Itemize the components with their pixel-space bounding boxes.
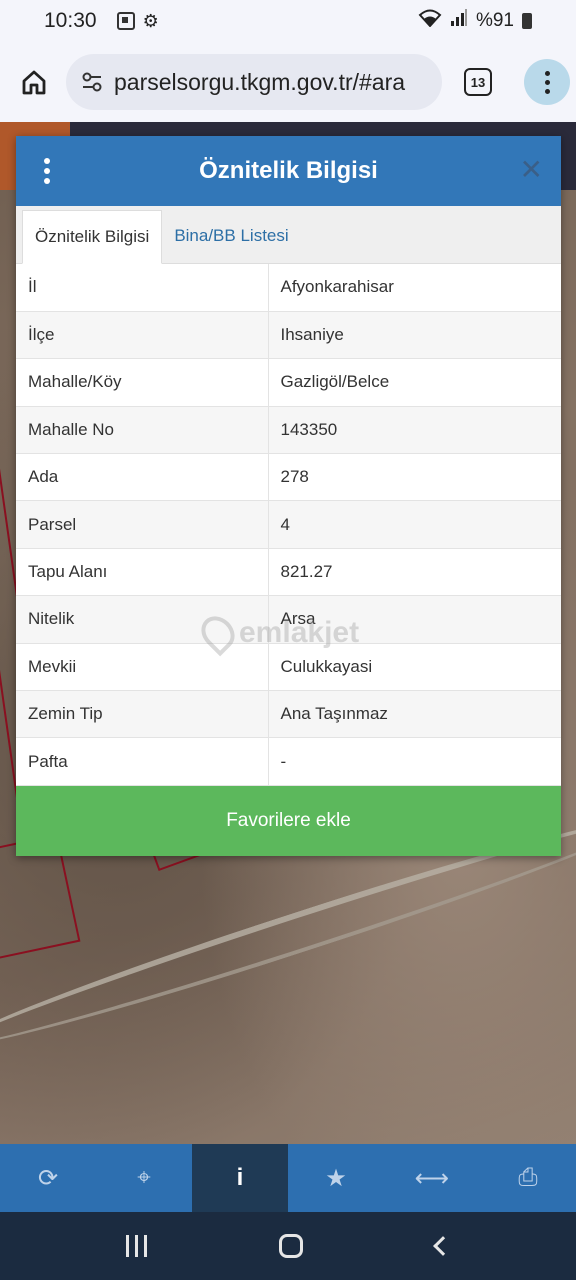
attribute-row: Parsel 4 — [16, 500, 561, 549]
home-icon[interactable] — [16, 64, 52, 100]
site-settings-icon[interactable] — [80, 70, 104, 94]
battery-icon — [522, 13, 532, 29]
locate-icon[interactable]: ⌖ — [96, 1144, 192, 1212]
attribute-row: İlçe Ihsaniye — [16, 311, 561, 360]
map-toolbar: ⟳ ⌖ i ★ ⟷ ⎙ — [0, 1144, 576, 1212]
attribute-value: 278 — [268, 453, 561, 502]
status-time: 10:30 — [44, 9, 97, 32]
attribute-key: Mahalle No — [16, 406, 269, 455]
attribute-key: Zemin Tip — [16, 690, 269, 739]
attribute-value: Gazligöl/Belce — [268, 358, 561, 407]
attribute-row: Mahalle No 143350 — [16, 406, 561, 455]
watermark: emlakjet — [194, 609, 359, 657]
tab-switcher-button[interactable]: 13 — [464, 68, 492, 96]
attribute-key: Ada — [16, 453, 269, 502]
settings-icon: ⚙ — [142, 10, 159, 31]
battery-percent: %91 — [475, 10, 514, 31]
address-bar[interactable]: parselsorgu.tkgm.gov.tr/#ara — [66, 54, 442, 110]
attribute-key: Parsel — [16, 500, 269, 549]
close-icon[interactable]: ✕ — [520, 156, 543, 184]
info-icon[interactable]: i — [192, 1144, 288, 1212]
signal-icon — [450, 9, 468, 33]
attribute-row: İl Afyonkarahisar — [16, 264, 561, 312]
system-nav-bar — [0, 1212, 576, 1280]
attribute-row: Tapu Alanı 821.27 — [16, 548, 561, 597]
recent-apps-button[interactable] — [126, 1235, 148, 1257]
tab-building-list[interactable]: Bina/BB Listesi — [162, 209, 300, 263]
star-icon[interactable]: ★ — [288, 1144, 384, 1212]
dialog-title: Öznitelik Bilgisi — [199, 157, 378, 184]
attribute-value: Afyonkarahisar — [268, 264, 561, 312]
browser-toolbar: parselsorgu.tkgm.gov.tr/#ara 13 — [0, 42, 576, 122]
attribute-value: 4 — [268, 500, 561, 549]
attribute-key: Mahalle/Köy — [16, 358, 269, 407]
attribute-key: İlçe — [16, 311, 269, 360]
qr-icon — [116, 12, 135, 30]
attribute-value: Ihsaniye — [268, 311, 561, 360]
attribute-row: Pafta - — [16, 737, 561, 786]
attribute-key: Pafta — [16, 737, 269, 786]
print-icon[interactable]: ⎙ — [480, 1144, 576, 1212]
tab-attribute-info[interactable]: Öznitelik Bilgisi — [22, 210, 163, 264]
refresh-icon[interactable]: ⟳ — [0, 1144, 96, 1212]
attribute-value: 821.27 — [268, 548, 561, 597]
attribute-key: Tapu Alanı — [16, 548, 269, 597]
status-bar: 10:30 ⚙ %91 — [0, 0, 576, 42]
dialog-tabs: Öznitelik Bilgisi Bina/BB Listesi — [16, 206, 561, 264]
attribute-row: Mahalle/Köy Gazligöl/Belce — [16, 358, 561, 407]
attribute-key: İl — [16, 264, 269, 312]
dialog-menu-icon[interactable] — [44, 158, 50, 184]
attribute-info-dialog: Öznitelik Bilgisi ✕ Öznitelik Bilgisi Bi… — [16, 136, 561, 856]
attribute-table: İl Afyonkarahisar İlçe Ihsaniye Mahalle/Köy G… — [16, 264, 561, 786]
url-text: parselsorgu.tkgm.gov.tr/#ara — [114, 68, 406, 95]
attribute-row: Ada 278 — [16, 453, 561, 502]
browser-menu-button[interactable] — [524, 59, 570, 105]
attribute-value: - — [268, 737, 561, 786]
attribute-value: Ana Taşınmaz — [268, 690, 561, 739]
wifi-icon — [418, 9, 442, 33]
dialog-header: Öznitelik Bilgisi ✕ — [16, 136, 561, 206]
measure-icon[interactable]: ⟷ — [384, 1144, 480, 1212]
home-button[interactable] — [279, 1234, 304, 1258]
back-button[interactable] — [432, 1236, 453, 1256]
attribute-value: 143350 — [268, 406, 561, 455]
add-to-favorites-button[interactable]: Favorilere ekle — [16, 785, 561, 856]
attribute-row: Zemin Tip Ana Taşınmaz — [16, 690, 561, 739]
